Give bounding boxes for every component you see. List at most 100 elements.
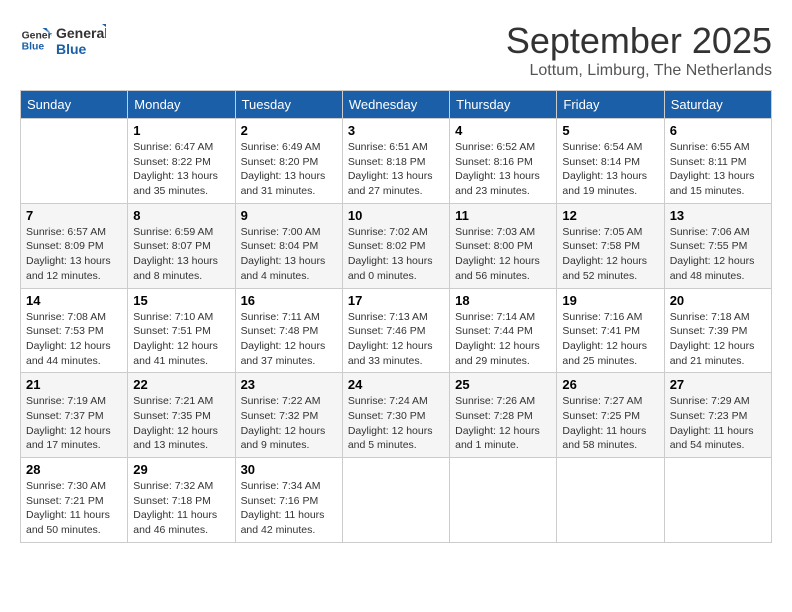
day-info: Sunrise: 7:02 AM Sunset: 8:02 PM Dayligh… — [348, 225, 444, 284]
weekday-header-sunday: Sunday — [21, 91, 128, 119]
calendar-cell: 16Sunrise: 7:11 AM Sunset: 7:48 PM Dayli… — [235, 288, 342, 373]
title-block: September 2025 Lottum, Limburg, The Neth… — [506, 20, 772, 80]
calendar-cell: 23 Sunrise: 7:22 AM Sunset: 7:32 PM Dayli… — [235, 373, 342, 458]
calendar-cell: 9 Sunrise: 7:00 AM Sunset: 8:04 PM Daylig… — [235, 203, 342, 288]
day-info: Sunrise: 7:16 AM Sunset: 7:41 PM Dayligh… — [562, 310, 658, 369]
calendar-cell: 21Sunrise: 7:19 AM Sunset: 7:37 PM Dayli… — [21, 373, 128, 458]
calendar-cell: 27 Sunrise: 7:29 AM Sunset: 7:23 PM Dayli… — [664, 373, 771, 458]
calendar-cell: 13Sunrise: 7:06 AM Sunset: 7:55 PM Dayli… — [664, 203, 771, 288]
calendar-cell: 26 Sunrise: 7:27 AM Sunset: 7:25 PM Dayli… — [557, 373, 664, 458]
day-number: 14 — [26, 293, 122, 308]
svg-text:Blue: Blue — [22, 42, 45, 53]
day-number: 11 — [455, 208, 551, 223]
day-number: 3 — [348, 123, 444, 138]
day-number: 15 — [133, 293, 229, 308]
calendar-body: 1 Sunrise: 6:47 AM Sunset: 8:22 PM Daylig… — [21, 119, 772, 543]
day-info: Sunrise: 6:49 AM Sunset: 8:20 PM Dayligh… — [241, 140, 337, 199]
day-number: 28 — [26, 462, 122, 477]
calendar-header-row: SundayMondayTuesdayWednesdayThursdayFrid… — [21, 91, 772, 119]
day-info: Sunrise: 7:11 AM Sunset: 7:48 PM Dayligh… — [241, 310, 337, 369]
calendar-cell: 1 Sunrise: 6:47 AM Sunset: 8:22 PM Daylig… — [128, 119, 235, 204]
calendar-week-2: 7 Sunrise: 6:57 AM Sunset: 8:09 PM Daylig… — [21, 203, 772, 288]
day-number: 18 — [455, 293, 551, 308]
day-number: 30 — [241, 462, 337, 477]
day-info: Sunrise: 7:19 AM Sunset: 7:37 PM Dayligh… — [26, 394, 122, 453]
location-subtitle: Lottum, Limburg, The Netherlands — [506, 62, 772, 80]
day-info: Sunrise: 7:05 AM Sunset: 7:58 PM Dayligh… — [562, 225, 658, 284]
day-number: 1 — [133, 123, 229, 138]
day-number: 19 — [562, 293, 658, 308]
calendar-week-5: 28 Sunrise: 7:30 AM Sunset: 7:21 PM Dayli… — [21, 458, 772, 543]
calendar-cell: 7 Sunrise: 6:57 AM Sunset: 8:09 PM Daylig… — [21, 203, 128, 288]
day-info: Sunrise: 7:22 AM Sunset: 7:32 PM Dayligh… — [241, 394, 337, 453]
logo-graphic: General Blue — [56, 20, 106, 60]
day-info: Sunrise: 6:51 AM Sunset: 8:18 PM Dayligh… — [348, 140, 444, 199]
calendar-cell: 30Sunrise: 7:34 AM Sunset: 7:16 PM Dayli… — [235, 458, 342, 543]
weekday-header-monday: Monday — [128, 91, 235, 119]
calendar-table: SundayMondayTuesdayWednesdayThursdayFrid… — [20, 90, 772, 543]
calendar-cell: 11 Sunrise: 7:03 AM Sunset: 8:00 PM Dayli… — [450, 203, 557, 288]
day-number: 29 — [133, 462, 229, 477]
day-number: 2 — [241, 123, 337, 138]
day-number: 9 — [241, 208, 337, 223]
calendar-cell: 3 Sunrise: 6:51 AM Sunset: 8:18 PM Daylig… — [342, 119, 449, 204]
day-number: 7 — [26, 208, 122, 223]
day-info: Sunrise: 7:14 AM Sunset: 7:44 PM Dayligh… — [455, 310, 551, 369]
day-number: 13 — [670, 208, 766, 223]
svg-text:General: General — [56, 25, 106, 41]
day-info: Sunrise: 7:21 AM Sunset: 7:35 PM Dayligh… — [133, 394, 229, 453]
day-info: Sunrise: 7:03 AM Sunset: 8:00 PM Dayligh… — [455, 225, 551, 284]
day-info: Sunrise: 7:29 AM Sunset: 7:23 PM Dayligh… — [670, 394, 766, 453]
calendar-cell — [342, 458, 449, 543]
weekday-header-wednesday: Wednesday — [342, 91, 449, 119]
calendar-cell — [21, 119, 128, 204]
day-number: 12 — [562, 208, 658, 223]
page-header: General Blue General Blue September 2025… — [20, 20, 772, 80]
day-info: Sunrise: 7:10 AM Sunset: 7:51 PM Dayligh… — [133, 310, 229, 369]
calendar-cell: 12 Sunrise: 7:05 AM Sunset: 7:58 PM Dayli… — [557, 203, 664, 288]
logo: General Blue General Blue — [20, 20, 106, 60]
calendar-week-3: 14Sunrise: 7:08 AM Sunset: 7:53 PM Dayli… — [21, 288, 772, 373]
day-number: 23 — [241, 377, 337, 392]
calendar-cell: 14Sunrise: 7:08 AM Sunset: 7:53 PM Dayli… — [21, 288, 128, 373]
day-number: 26 — [562, 377, 658, 392]
calendar-cell: 10 Sunrise: 7:02 AM Sunset: 8:02 PM Dayli… — [342, 203, 449, 288]
calendar-cell: 15 Sunrise: 7:10 AM Sunset: 7:51 PM Dayli… — [128, 288, 235, 373]
day-info: Sunrise: 6:52 AM Sunset: 8:16 PM Dayligh… — [455, 140, 551, 199]
calendar-cell: 8Sunrise: 6:59 AM Sunset: 8:07 PM Daylig… — [128, 203, 235, 288]
calendar-cell: 25Sunrise: 7:26 AM Sunset: 7:28 PM Dayli… — [450, 373, 557, 458]
weekday-header-friday: Friday — [557, 91, 664, 119]
calendar-cell — [450, 458, 557, 543]
day-info: Sunrise: 6:57 AM Sunset: 8:09 PM Dayligh… — [26, 225, 122, 284]
logo-icon: General Blue — [20, 24, 52, 56]
day-info: Sunrise: 6:55 AM Sunset: 8:11 PM Dayligh… — [670, 140, 766, 199]
weekday-header-saturday: Saturday — [664, 91, 771, 119]
day-number: 22 — [133, 377, 229, 392]
calendar-cell: 6 Sunrise: 6:55 AM Sunset: 8:11 PM Daylig… — [664, 119, 771, 204]
calendar-cell: 20Sunrise: 7:18 AM Sunset: 7:39 PM Dayli… — [664, 288, 771, 373]
day-info: Sunrise: 7:30 AM Sunset: 7:21 PM Dayligh… — [26, 479, 122, 538]
day-info: Sunrise: 7:18 AM Sunset: 7:39 PM Dayligh… — [670, 310, 766, 369]
day-number: 6 — [670, 123, 766, 138]
day-info: Sunrise: 7:00 AM Sunset: 8:04 PM Dayligh… — [241, 225, 337, 284]
calendar-cell: 4Sunrise: 6:52 AM Sunset: 8:16 PM Daylig… — [450, 119, 557, 204]
month-title: September 2025 — [506, 20, 772, 62]
calendar-cell: 2 Sunrise: 6:49 AM Sunset: 8:20 PM Daylig… — [235, 119, 342, 204]
calendar-cell — [557, 458, 664, 543]
day-info: Sunrise: 7:27 AM Sunset: 7:25 PM Dayligh… — [562, 394, 658, 453]
day-number: 27 — [670, 377, 766, 392]
calendar-cell: 17Sunrise: 7:13 AM Sunset: 7:46 PM Dayli… — [342, 288, 449, 373]
calendar-cell: 5Sunrise: 6:54 AM Sunset: 8:14 PM Daylig… — [557, 119, 664, 204]
calendar-cell: 29Sunrise: 7:32 AM Sunset: 7:18 PM Dayli… — [128, 458, 235, 543]
day-info: Sunrise: 6:59 AM Sunset: 8:07 PM Dayligh… — [133, 225, 229, 284]
day-number: 17 — [348, 293, 444, 308]
calendar-cell: 18 Sunrise: 7:14 AM Sunset: 7:44 PM Dayli… — [450, 288, 557, 373]
calendar-week-4: 21Sunrise: 7:19 AM Sunset: 7:37 PM Dayli… — [21, 373, 772, 458]
day-info: Sunrise: 6:47 AM Sunset: 8:22 PM Dayligh… — [133, 140, 229, 199]
svg-text:General: General — [22, 30, 52, 41]
day-info: Sunrise: 7:24 AM Sunset: 7:30 PM Dayligh… — [348, 394, 444, 453]
calendar-cell: 28 Sunrise: 7:30 AM Sunset: 7:21 PM Dayli… — [21, 458, 128, 543]
weekday-header-thursday: Thursday — [450, 91, 557, 119]
day-number: 10 — [348, 208, 444, 223]
calendar-cell: 22 Sunrise: 7:21 AM Sunset: 7:35 PM Dayli… — [128, 373, 235, 458]
